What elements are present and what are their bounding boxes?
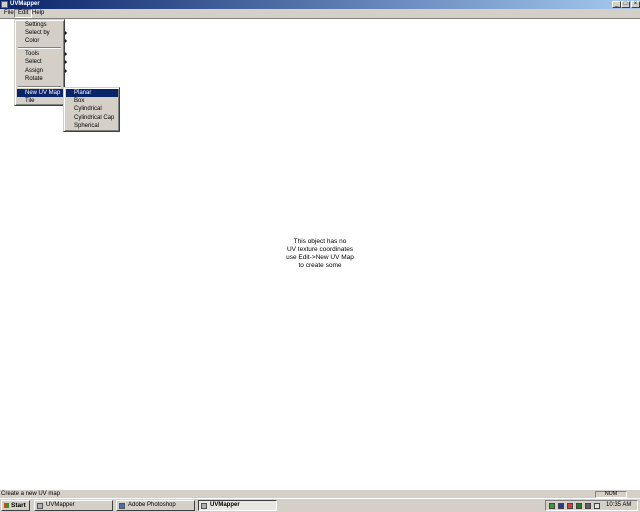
menu-item-assign[interactable]: Assign	[17, 67, 70, 75]
menu-item-settings[interactable]: Settings	[17, 21, 70, 29]
menu-item-color[interactable]: Color	[17, 37, 70, 45]
menu-item-rotate[interactable]: Rotate	[17, 75, 70, 83]
antivirus-tray-icon[interactable]	[567, 503, 573, 509]
close-button[interactable]: ×	[631, 1, 640, 8]
menu-item-cylindrical-cap[interactable]: Cylindrical Cap	[66, 114, 118, 122]
network-tray-icon[interactable]	[558, 503, 564, 509]
new-uv-map-submenu: Planar Box Cylindrical Cylindrical Cap S…	[63, 87, 120, 132]
menu-item-cylindrical[interactable]: Cylindrical	[66, 105, 118, 113]
edit-menu: Settings Select by Color Tools Select As…	[14, 19, 70, 106]
menu-item-select[interactable]: Select	[17, 58, 70, 66]
menu-bar: File Edit Help	[0, 9, 640, 19]
menu-item-spherical[interactable]: Spherical	[66, 122, 118, 130]
taskbar-item-uvmapper[interactable]: UVMapper	[34, 500, 113, 511]
submenu-arrow-icon	[65, 39, 67, 43]
printer-tray-icon[interactable]	[585, 503, 591, 509]
submenu-arrow-icon	[65, 31, 67, 35]
taskbar: Start UVMapper Adobe Photoshop UVMapper …	[0, 498, 640, 512]
uvmapper-icon	[201, 503, 207, 509]
menu-item-tools[interactable]: Tools	[17, 50, 70, 58]
message-line: to create some	[298, 262, 342, 269]
message-line: This object has no	[293, 238, 347, 245]
status-bar: Create a new UV map NUM	[0, 489, 640, 498]
menu-item-planar[interactable]: Planar	[66, 89, 118, 97]
window-title: UVMapper	[10, 1, 40, 7]
app-icon	[1, 1, 8, 8]
submenu-arrow-icon	[65, 52, 67, 56]
taskbar-item-uvmapper-active[interactable]: UVMapper	[198, 500, 277, 511]
menu-separator	[18, 47, 61, 49]
photoshop-icon	[119, 503, 125, 509]
status-text: Create a new UV map	[1, 491, 61, 497]
title-bar[interactable]: UVMapper _ □ ×	[0, 0, 640, 9]
start-button[interactable]: Start	[1, 500, 30, 511]
volume-tray-icon[interactable]	[594, 503, 600, 509]
system-tray: 10:35 AM	[545, 500, 638, 511]
num-lock-indicator: NUM	[595, 491, 627, 498]
maximize-button[interactable]: □	[621, 1, 630, 8]
submenu-arrow-icon	[65, 60, 67, 64]
message-line: use Edit->New UV Map	[286, 254, 354, 261]
menu-separator	[18, 86, 61, 88]
taskbar-item-photoshop[interactable]: Adobe Photoshop	[116, 500, 195, 511]
checkmark-tray-icon[interactable]	[549, 503, 555, 509]
menu-item-select-by[interactable]: Select by	[17, 29, 70, 37]
minimize-button[interactable]: _	[612, 1, 621, 8]
no-uv-message: This object has no UV texture coordinate…	[260, 238, 380, 270]
menu-item-box[interactable]: Box	[66, 97, 118, 105]
submenu-arrow-icon	[65, 69, 67, 73]
windows-logo-icon	[4, 503, 9, 508]
uvmapper-icon	[37, 503, 43, 509]
message-line: UV texture coordinates	[286, 246, 354, 253]
clock: 10:35 AM	[606, 502, 632, 508]
menu-help[interactable]: Help	[29, 9, 47, 18]
monitor-tray-icon[interactable]	[576, 503, 582, 509]
